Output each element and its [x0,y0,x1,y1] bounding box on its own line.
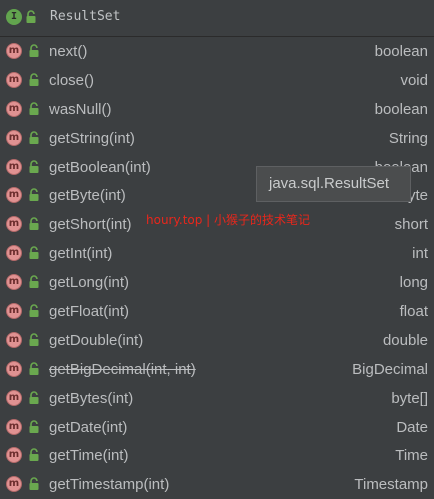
method-name: getByte(int) [49,187,126,205]
method-row[interactable]: m getBigDecimal(int, int) BigDecimal [0,355,434,384]
popup-header: I ResultSet [0,0,434,37]
return-type: void [400,71,428,89]
method-icon: m [6,476,22,493]
method-name: wasNull() [49,100,112,118]
method-name: getBoolean(int) [49,158,151,176]
method-icon: m [6,71,22,88]
method-name: getBigDecimal(int, int) [49,360,196,378]
method-name: getTime(int) [49,447,129,465]
lock-icon [29,159,39,173]
method-row[interactable]: m getFloat(int) float [0,297,434,326]
lock-icon [29,362,39,375]
method-icon: m [6,216,22,233]
lock-icon [29,44,39,57]
lock-icon [29,477,39,491]
return-type: double [382,331,428,349]
interface-icon: I [6,9,22,25]
method-icon: m [6,187,22,204]
method-row[interactable]: m getString(int) String [0,124,434,153]
method-name: getDate(int) [49,418,128,436]
method-icon: m [6,129,22,146]
return-type: int [412,245,428,263]
method-icon: m [6,245,22,262]
method-icon: m [6,331,22,348]
return-type: byte[] [391,389,428,407]
method-row[interactable]: m getLong(int) long [0,268,434,297]
watermark-text: houry.top | 小猴子的技术笔记 [146,213,311,227]
method-icon: m [6,100,22,117]
lock-icon [29,73,39,86]
method-name: getLong(int) [49,274,130,292]
method-icon: m [6,447,22,464]
method-name: getFloat(int) [49,303,130,321]
lock-icon [29,419,39,433]
lock-icon [29,333,39,346]
lock-icon [29,275,39,289]
method-row[interactable]: m getDate(int) Date [0,413,434,442]
return-type: BigDecimal [352,360,428,378]
return-type: long [399,274,428,292]
lock-icon [29,390,39,404]
method-icon: m [6,43,22,59]
lock-icon [26,10,36,23]
method-row[interactable]: m getBytes(int) byte[] [0,384,434,413]
lock-icon [29,130,39,144]
method-name: getInt(int) [49,245,113,263]
method-row[interactable]: m getDouble(int) double [0,326,434,355]
lock-icon [29,102,39,115]
method-icon: m [6,389,22,406]
lock-icon [29,304,39,318]
class-title: ResultSet [50,9,121,24]
return-type: boolean [374,100,428,118]
return-type: String [388,129,428,147]
method-icon: m [6,418,22,435]
method-icon: m [6,158,22,175]
method-icon: m [6,274,22,291]
method-row[interactable]: m getTime(int) Time [0,441,434,470]
method-row[interactable]: m getInt(int) int [0,239,434,268]
lock-icon [29,217,39,231]
method-list: m next() boolean m close() void m wasNul… [0,37,434,499]
return-type: boolean [374,43,428,60]
return-type: Time [395,447,428,465]
return-type: Date [396,418,428,436]
lock-icon [29,188,39,202]
method-row[interactable]: m wasNull() boolean [0,95,434,124]
class-tooltip: java.sql.ResultSet [256,166,411,202]
lock-icon [29,448,39,462]
return-type: Timestamp [354,476,428,494]
method-name: getBytes(int) [49,389,134,407]
lock-icon [29,246,39,260]
return-type: float [399,303,428,321]
method-name: getString(int) [49,129,135,147]
return-type: short [394,216,428,234]
method-name: next() [49,43,88,60]
method-icon: m [6,303,22,320]
method-name: getDouble(int) [49,331,144,349]
completion-popup: I ResultSet m next() boolean m close() v… [0,0,434,495]
method-icon: m [6,360,22,377]
method-name: close() [49,71,95,89]
method-row[interactable]: m close() void [0,66,434,95]
method-name: getTimestamp(int) [49,476,170,494]
method-row[interactable]: m next() boolean [0,37,434,66]
method-name: getShort(int) [49,216,132,234]
